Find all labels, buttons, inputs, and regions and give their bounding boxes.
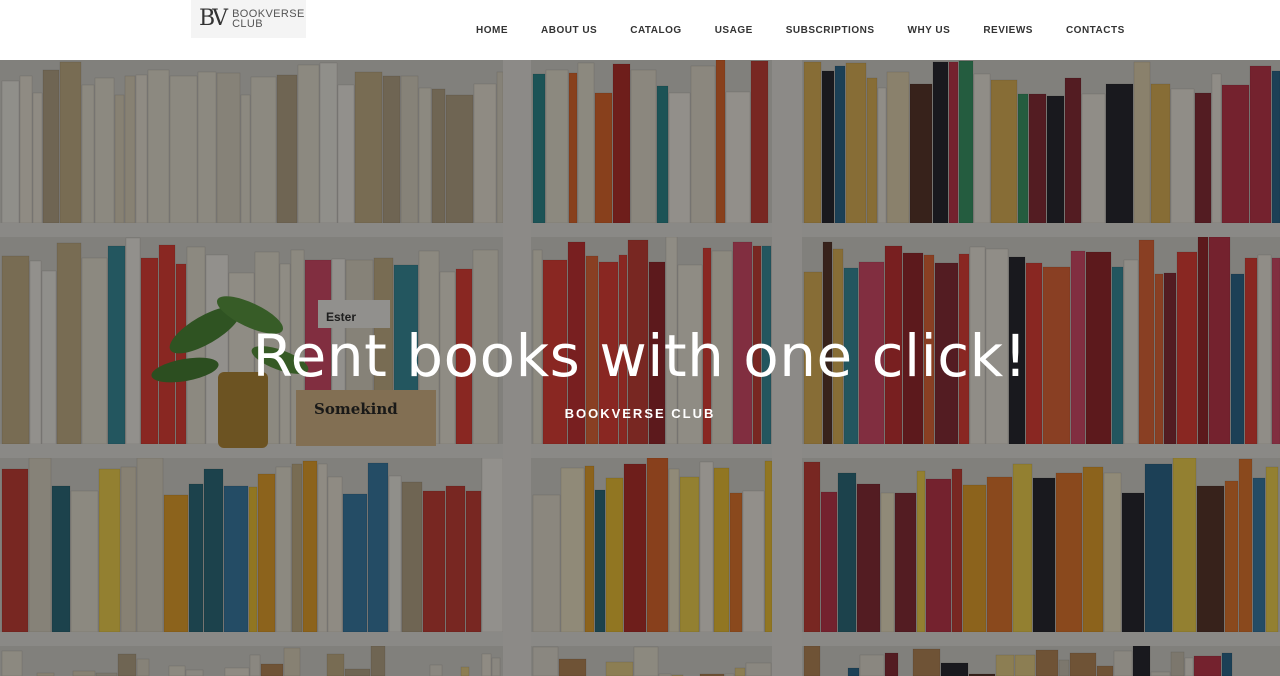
logo-line2: CLUB xyxy=(232,18,264,30)
nav-contacts[interactable]: CONTACTS xyxy=(1066,25,1125,36)
hero-subtitle: BOOKVERSE CLUB xyxy=(564,406,716,421)
nav-usage[interactable]: USAGE xyxy=(715,25,753,36)
nav-subscriptions[interactable]: SUBSCRIPTIONS xyxy=(786,25,875,36)
nav-why-us[interactable]: WHY US xyxy=(908,25,951,36)
logo[interactable]: BV BOOKVERSE CLUB xyxy=(191,0,306,38)
nav-catalog[interactable]: CATALOG xyxy=(630,25,681,36)
main-nav: HOME ABOUT US CATALOG USAGE SUBSCRIPTION… xyxy=(476,0,1125,58)
logo-mark: BV xyxy=(199,6,228,31)
nav-about-us[interactable]: ABOUT US xyxy=(541,25,597,36)
logo-text: BOOKVERSE CLUB xyxy=(232,9,305,30)
hero-title: Rent books with one click! xyxy=(252,322,1028,390)
hero-section: Ester Somekind Rent books with one click… xyxy=(0,60,1280,676)
nav-home[interactable]: HOME xyxy=(476,25,508,36)
nav-reviews[interactable]: REVIEWS xyxy=(983,25,1033,36)
site-header: BV BOOKVERSE CLUB HOME ABOUT US CATALOG … xyxy=(0,0,1280,60)
